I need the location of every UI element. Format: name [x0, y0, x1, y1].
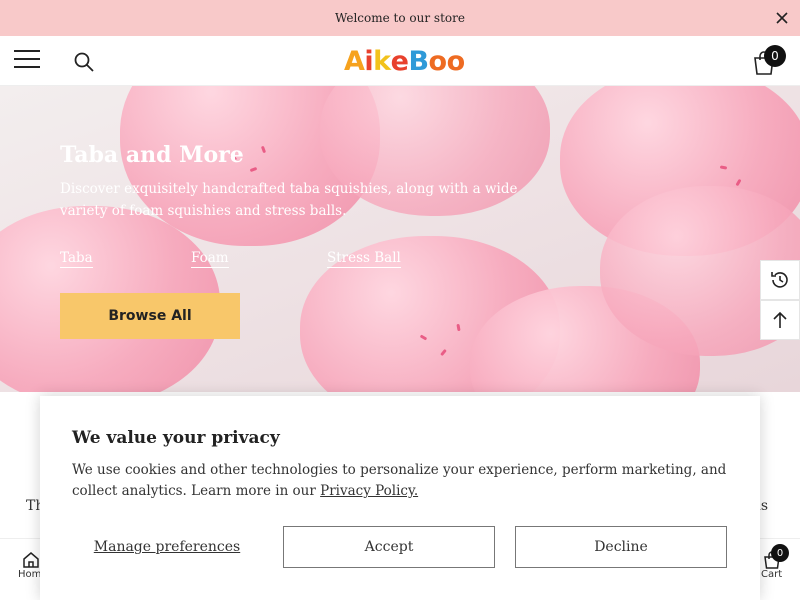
logo-letter: B [408, 45, 429, 77]
cookie-consent-banner: We value your privacy We use cookies and… [40, 396, 760, 600]
hero-description: Discover exquisitely handcrafted taba sq… [60, 181, 518, 219]
site-logo[interactable]: Ai k e Boo [344, 44, 465, 78]
decline-button[interactable]: Decline [515, 526, 727, 568]
hero-link-stress-ball[interactable]: Stress Ball [327, 250, 401, 268]
bottom-nav-home-label: Hom [18, 569, 42, 580]
recent-history-button[interactable] [760, 260, 800, 300]
site-header: Ai k e Boo [0, 36, 800, 86]
close-icon[interactable] [774, 10, 790, 26]
hero-banner [0, 86, 800, 392]
arrow-up-icon [773, 311, 787, 328]
hero-link-foam[interactable]: Foam [191, 250, 229, 268]
manage-preferences-button[interactable]: Manage preferences [72, 526, 262, 568]
cookie-title: We value your privacy [72, 428, 280, 448]
search-icon[interactable] [72, 50, 96, 74]
logo-letter: e [390, 45, 409, 77]
back-to-top-button[interactable] [760, 300, 800, 340]
announcement-text: Welcome to our store [335, 11, 465, 25]
bottom-nav-cart-label: Cart [761, 569, 783, 580]
hero-title: Taba and More [60, 142, 244, 168]
accept-button[interactable]: Accept [283, 526, 495, 568]
recent-history-icon [771, 272, 788, 288]
home-icon [23, 552, 39, 568]
logo-letter: oo [428, 45, 466, 77]
cookie-text: We use cookies and other technologies to… [72, 460, 732, 502]
logo-letter: i [364, 45, 374, 77]
logo-letter: k [373, 45, 391, 77]
bottom-cart-count-badge: 0 [771, 544, 789, 562]
hamburger-icon[interactable] [14, 50, 40, 72]
bottom-nav-home[interactable]: Hom [18, 551, 41, 580]
logo-letter: A [344, 45, 365, 77]
cart-count-badge: 0 [764, 45, 786, 67]
browse-all-button[interactable]: Browse All [60, 293, 240, 339]
announcement-bar: Welcome to our store [0, 0, 800, 36]
privacy-policy-link[interactable]: Privacy Policy. [320, 483, 418, 499]
hero-link-taba[interactable]: Taba [60, 250, 93, 268]
